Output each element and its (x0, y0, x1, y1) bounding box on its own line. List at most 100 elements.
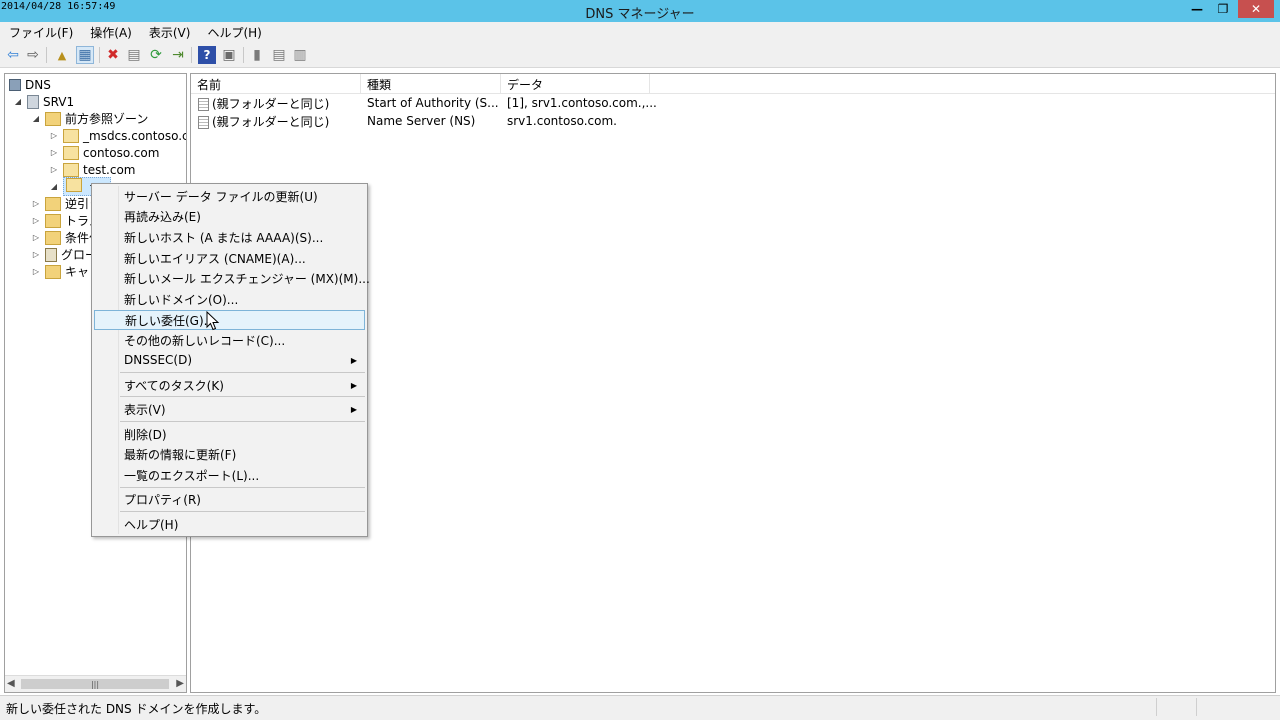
log-icon (45, 247, 57, 262)
toolbar-separator (191, 47, 192, 63)
collapse-icon[interactable]: ◢ (13, 97, 23, 106)
properties-icon[interactable]: ▤ (125, 46, 143, 64)
menu-item-refresh[interactable]: 最新の情報に更新(F) (94, 444, 365, 464)
menu-view[interactable]: 表示(V) (140, 24, 199, 41)
menu-item-all-tasks[interactable]: すべてのタスク(K) ▶ (94, 375, 365, 395)
tree-label: SRV1 (43, 94, 75, 109)
action-pane-icon[interactable]: ▣ (220, 46, 238, 64)
zone-icon (63, 162, 79, 177)
column-header-name[interactable]: 名前 (191, 74, 361, 94)
menu-item-properties[interactable]: プロパティ(R) (94, 489, 365, 509)
list-icon[interactable]: ▤ (270, 46, 288, 64)
folder-icon (45, 111, 61, 126)
back-icon[interactable]: ⇦ (4, 46, 22, 64)
menu-item-update-server-data-file[interactable]: サーバー データ ファイルの更新(U) (94, 186, 365, 206)
forward-icon[interactable]: ⇨ (24, 46, 42, 64)
expand-icon[interactable]: ▷ (31, 233, 41, 242)
table-row[interactable]: (親フォルダーと同じ) Name Server (NS) srv1.contos… (191, 112, 661, 130)
server-icon (27, 94, 39, 109)
tree-label: DNS (25, 77, 51, 92)
title-bar: 2014/04/28 16:57:49 DNS マネージャー — ❐ ✕ (0, 0, 1280, 22)
maximize-button[interactable]: ❐ (1210, 0, 1236, 18)
dns-icon (9, 78, 21, 91)
zone-icon (63, 128, 79, 143)
submenu-arrow-icon: ▶ (350, 404, 357, 414)
menu-item-help[interactable]: ヘルプ(H) (94, 514, 365, 534)
expand-icon[interactable]: ▷ (31, 267, 41, 276)
submenu-arrow-icon: ▶ (350, 355, 357, 365)
menu-item-new-domain[interactable]: 新しいドメイン(O)... (94, 289, 365, 309)
tree-node-forward-zones[interactable]: ◢ 前方参照ゾーン (31, 110, 148, 127)
menu-item-view[interactable]: 表示(V) ▶ (94, 399, 365, 419)
menu-item-new-host[interactable]: 新しいホスト (A または AAAA)(S)... (94, 227, 365, 247)
collapse-icon[interactable]: ◢ (31, 114, 41, 123)
record-data: [1], srv1.contoso.com.,... (507, 96, 657, 110)
list-header: 名前 種類 データ (191, 74, 1275, 94)
menu-item-other-new-records[interactable]: その他の新しいレコード(C)... (94, 330, 365, 350)
expand-icon[interactable]: ▷ (49, 165, 59, 174)
toolbar-separator (243, 47, 244, 63)
zone-icon (63, 145, 79, 160)
scroll-thumb[interactable]: ||| (21, 679, 169, 689)
menu-separator (120, 421, 365, 422)
record-type: Name Server (NS) (367, 114, 476, 128)
menu-item-new-alias[interactable]: 新しいエイリアス (CNAME)(A)... (94, 248, 365, 268)
status-text: 新しい委任された DNS ドメインを作成します。 (6, 702, 267, 716)
context-menu: サーバー データ ファイルの更新(U) 再読み込み(E) 新しいホスト (A ま… (91, 183, 370, 537)
menu-item-dnssec[interactable]: DNSSEC(D) ▶ (94, 350, 365, 370)
expand-icon[interactable]: ▷ (49, 148, 59, 157)
tree-label: _msdcs.contoso.com (83, 128, 186, 143)
menu-item-new-mail-exchanger[interactable]: 新しいメール エクスチェンジャー (MX)(M)... (94, 268, 370, 288)
column-header-type[interactable]: 種類 (361, 74, 501, 94)
menu-item-delete[interactable]: 削除(D) (94, 424, 365, 444)
expand-icon[interactable]: ▷ (49, 131, 59, 140)
tree-node-zone[interactable]: ▷ _msdcs.contoso.com (49, 127, 186, 144)
menu-help[interactable]: ヘルプ(H) (198, 24, 269, 41)
tree-node-srv1[interactable]: ◢ SRV1 (13, 93, 74, 110)
toolbar-separator (99, 47, 100, 63)
folder-icon (45, 213, 61, 228)
close-button[interactable]: ✕ (1238, 0, 1274, 18)
toolbar: ⇦ ⇨ ▲ ▦ ✖ ▤ ⟳ ⇥ ? ▣ ▮ ▤ ▥ (0, 42, 1280, 68)
menu-item-export-list[interactable]: 一覧のエクスポート(L)... (94, 465, 365, 485)
tree-label: 前方参照ゾーン (65, 112, 149, 126)
toolbar-separator (46, 47, 47, 63)
menu-item-new-delegation[interactable]: 新しい委任(G)... (94, 310, 365, 330)
help-icon[interactable]: ? (198, 46, 216, 64)
minimize-button[interactable]: — (1184, 0, 1210, 18)
mouse-cursor-icon (206, 311, 220, 331)
refresh-icon[interactable]: ⟳ (147, 46, 165, 64)
menu-file[interactable]: ファイル(F) (0, 24, 81, 41)
menu-action[interactable]: 操作(A) (81, 24, 140, 41)
submenu-arrow-icon: ▶ (350, 380, 357, 390)
collapse-icon[interactable]: ◢ (49, 182, 59, 191)
menu-bar: ファイル(F) 操作(A) 表示(V) ヘルプ(H) (0, 22, 1280, 42)
show-hide-tree-icon[interactable]: ▦ (76, 46, 94, 64)
up-folder-icon[interactable]: ▲ (53, 46, 71, 64)
tree-horizontal-scrollbar[interactable]: ◀ ||| ▶ (5, 675, 186, 692)
expand-icon[interactable]: ▷ (31, 216, 41, 225)
menu-separator (120, 372, 365, 373)
column-header-data[interactable]: データ (501, 74, 650, 94)
export-icon[interactable]: ⇥ (169, 46, 187, 64)
folder-icon (45, 264, 61, 279)
tree-node-zone[interactable]: ▷ test.com (49, 161, 136, 178)
record-icon (198, 97, 209, 111)
tree-label: contoso.com (83, 145, 160, 160)
expand-icon[interactable]: ▷ (31, 199, 41, 208)
menu-item-reload[interactable]: 再読み込み(E) (94, 206, 365, 226)
status-divider (1156, 698, 1157, 716)
tree-node-dns[interactable]: DNS (9, 76, 51, 93)
record-icon (198, 115, 209, 129)
server-icon[interactable]: ▮ (248, 46, 266, 64)
tree-label: test.com (83, 162, 136, 177)
scroll-left-icon[interactable]: ◀ (7, 678, 15, 689)
delete-icon[interactable]: ✖ (104, 46, 122, 64)
table-row[interactable]: (親フォルダーと同じ) Start of Authority (S... [1]… (191, 94, 661, 112)
tree-node-global-logs[interactable]: ▷ グロー (31, 246, 97, 263)
expand-icon[interactable]: ▷ (31, 250, 41, 259)
scroll-right-icon[interactable]: ▶ (176, 678, 184, 689)
tree-node-zone[interactable]: ▷ contoso.com (49, 144, 159, 161)
record-icon[interactable]: ▥ (291, 46, 309, 64)
record-data: srv1.contoso.com. (507, 114, 617, 128)
